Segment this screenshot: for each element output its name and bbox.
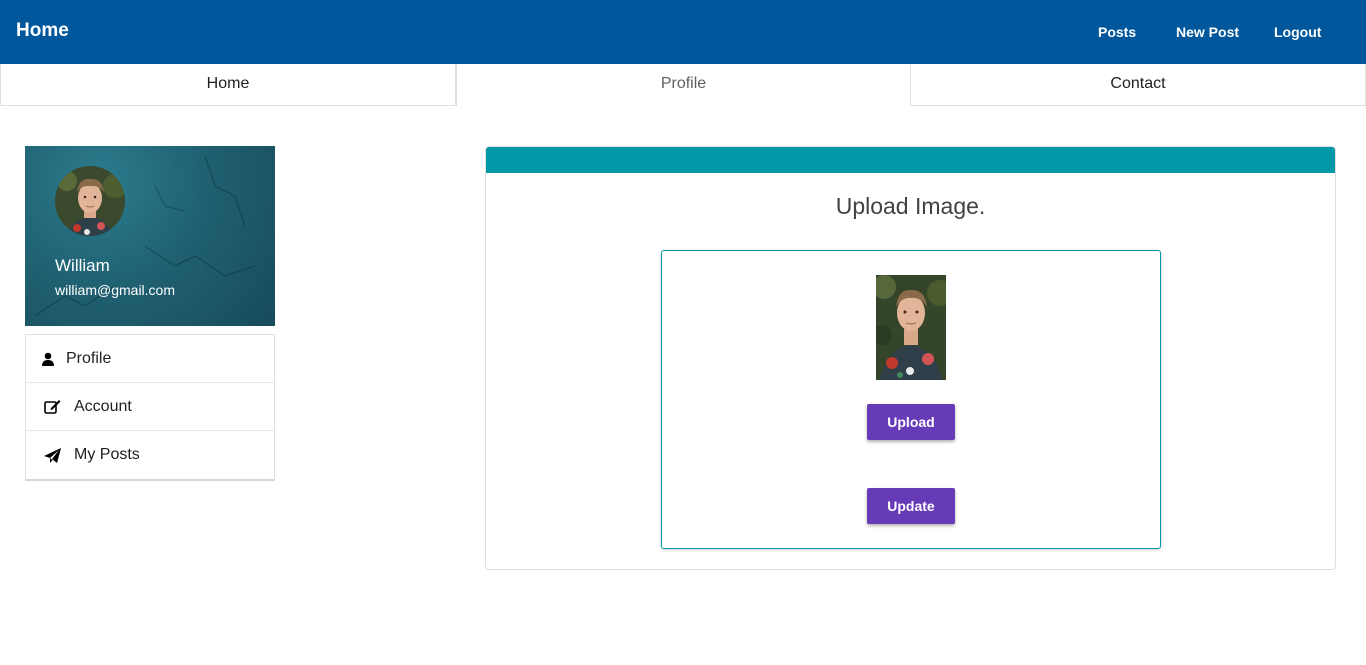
tab-home[interactable]: Home — [0, 64, 456, 106]
card-header — [486, 147, 1335, 173]
side-menu-label: Profile — [66, 349, 112, 367]
side-menu-label: My Posts — [74, 446, 140, 463]
profile-email: william@gmail.com — [55, 282, 176, 298]
brand-home-link[interactable]: Home — [16, 20, 69, 42]
paper-plane-icon — [42, 447, 62, 463]
profile-card: William william@gmail.com — [25, 146, 275, 326]
side-menu-item-profile[interactable]: Profile — [26, 335, 274, 383]
upload-title: Upload Image. — [835, 193, 986, 219]
profile-name: William — [55, 256, 110, 275]
nav-logout-link[interactable]: Logout — [1274, 24, 1321, 40]
side-menu: Profile Account My Posts — [25, 334, 275, 481]
tab-profile[interactable]: Profile — [456, 64, 911, 106]
nav-posts-link[interactable]: Posts — [1098, 24, 1136, 40]
tab-bar: Home Profile Contact — [0, 64, 1366, 106]
nav-new-post-link[interactable]: New Post — [1176, 24, 1239, 40]
tab-contact[interactable]: Contact — [910, 64, 1366, 106]
side-menu-item-account[interactable]: Account — [26, 383, 274, 431]
edit-icon — [42, 399, 62, 415]
top-navbar: Home Posts New Post Logout — [0, 0, 1366, 64]
upload-box: Upload Update — [661, 250, 1161, 549]
side-menu-item-my-posts[interactable]: My Posts — [26, 431, 274, 479]
side-menu-label: Account — [74, 397, 132, 415]
update-button[interactable]: Update — [867, 488, 955, 524]
upload-button[interactable]: Upload — [867, 404, 955, 440]
upload-card: Upload Image. Upload Update — [485, 146, 1336, 570]
avatar[interactable] — [55, 166, 125, 236]
user-icon — [42, 351, 54, 367]
image-preview — [876, 275, 946, 380]
wall-texture — [34, 155, 256, 317]
